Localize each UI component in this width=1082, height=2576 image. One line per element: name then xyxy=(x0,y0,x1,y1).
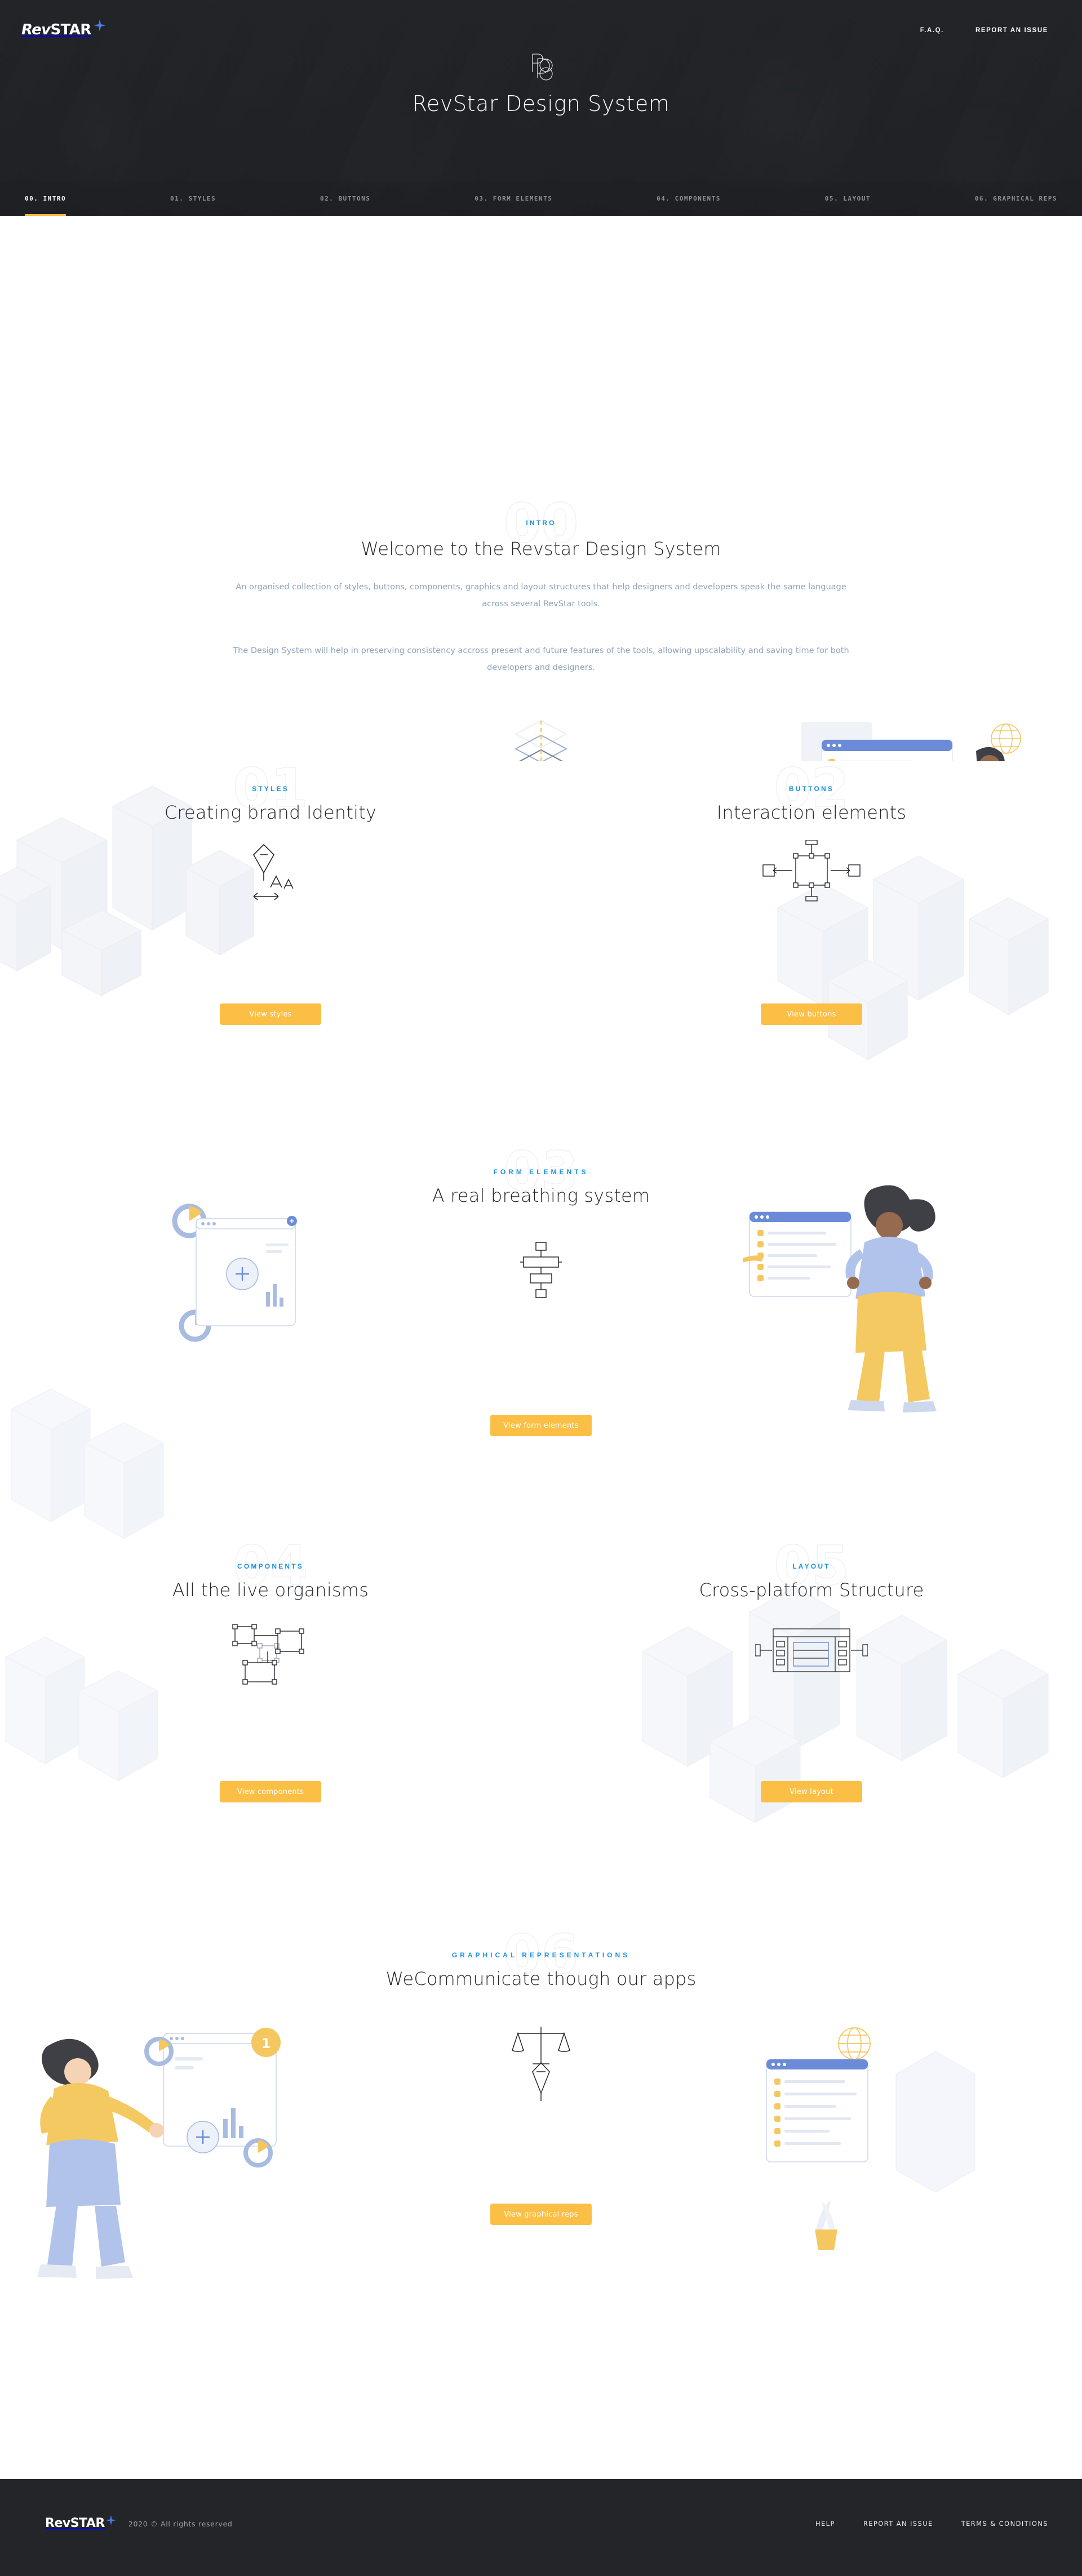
form-sliders-icon xyxy=(520,1242,562,1298)
footer-link-report-an-issue[interactable]: REPORT AN ISSUE xyxy=(863,2520,933,2528)
intro-heading: Welcome to the Revstar Design System xyxy=(361,538,721,559)
footer-brand-star-word: STAR xyxy=(70,2516,105,2530)
components-button-holder: View components xyxy=(0,1781,541,1802)
brand-rev: Rev xyxy=(21,21,51,38)
rds-monogram-icon xyxy=(532,54,553,81)
buttons-button-holder: View buttons xyxy=(541,1003,1082,1025)
section-kicker-layout: LAYOUT xyxy=(792,1562,831,1570)
footer-brand-logo[interactable]: RevSTAR xyxy=(45,2515,116,2530)
section-kicker-form-elements: FORM ELEMENTS xyxy=(493,1168,589,1176)
section-form-elements: 03 FORM ELEMENTS A real breathing system… xyxy=(0,1144,1082,1539)
section-kicker-styles: STYLES xyxy=(252,785,289,793)
styles-button-holder: View styles xyxy=(0,1003,541,1025)
section-kicker-intro: INTRO xyxy=(526,519,556,527)
footer-copyright: 2020 © All rights reserved xyxy=(128,2519,233,2528)
section-kicker-graphical-reps: GRAPHICAL REPRESENTATIONS xyxy=(451,1951,631,1959)
section-kicker-buttons: BUTTONS xyxy=(788,785,835,793)
form-elements-heading: A real breathing system xyxy=(432,1185,650,1206)
tab-00-intro[interactable]: 00. INTRO xyxy=(25,181,66,216)
brand-wordmark: RevSTAR xyxy=(21,23,91,37)
styles-heading: Creating brand Identity xyxy=(164,802,377,823)
person-walking-illustration xyxy=(743,1185,937,1413)
hero-header: RevSTAR F.A.Q. REPORT AN ISSUE RevStar D… xyxy=(0,0,1082,216)
footer-nav: HELP REPORT AN ISSUE TERMS & CONDITIONS xyxy=(815,2520,1048,2528)
section-intro: “ 00 INTRO Welcome to the Revstar Design… xyxy=(0,216,1082,761)
nav-link-report-an-issue[interactable]: REPORT AN ISSUE xyxy=(975,27,1048,34)
quote-mark-decoration: “ xyxy=(90,754,134,761)
view-layout-button[interactable]: View layout xyxy=(761,1781,862,1802)
intro-paragraph-2: The Design System will help in preservin… xyxy=(233,646,849,672)
brand-logo[interactable]: RevSTAR xyxy=(21,19,106,37)
tab-01-styles[interactable]: 01. STYLES xyxy=(170,181,216,216)
pen-nib-and-typography-icon xyxy=(253,843,294,900)
form-elements-button-holder: View form elements xyxy=(0,1415,1082,1436)
view-buttons-button[interactable]: View buttons xyxy=(761,1003,862,1025)
view-graphical-reps-button[interactable]: View graphical reps xyxy=(490,2204,592,2225)
layout-button-holder: View layout xyxy=(541,1781,1082,1802)
page-title: RevStar Design System xyxy=(412,91,670,116)
isometric-city-decoration-right xyxy=(777,855,1049,1060)
view-styles-button[interactable]: View styles xyxy=(220,1003,321,1025)
view-components-button[interactable]: View components xyxy=(220,1781,321,1802)
tab-03-form-elements[interactable]: 03. FORM ELEMENTS xyxy=(475,181,552,216)
section-tabs: 00. INTRO 01. STYLES 02. BUTTONS 03. FOR… xyxy=(0,181,1082,216)
pen-nib-scale-icon xyxy=(512,2027,570,2101)
section-styles-buttons: 01 STYLES Creating brand Identity View s… xyxy=(0,761,1082,1144)
footer-link-help[interactable]: HELP xyxy=(815,2520,835,2528)
footer-brand-wordmark: RevSTAR xyxy=(45,2517,105,2530)
dashboard-card-illustration xyxy=(172,1203,297,1342)
footer-link-terms-and-conditions[interactable]: TERMS & CONDITIONS xyxy=(961,2520,1048,2528)
brand-star-word: STAR xyxy=(50,21,92,38)
view-form-elements-button[interactable]: View form elements xyxy=(490,1415,592,1436)
section-components-layout: 04 COMPONENTS All the live organisms Vie xyxy=(0,1539,1082,1927)
tab-04-components[interactable]: 04. COMPONENTS xyxy=(657,181,721,216)
section-kicker-components: COMPONENTS xyxy=(237,1562,304,1570)
buttons-heading: Interaction elements xyxy=(716,802,907,823)
footer-brand-rev: Rev xyxy=(45,2516,70,2530)
graphical-reps-heading: WeCommunicate though our apps xyxy=(385,1968,697,1989)
intro-paragraph-1: An organised collection of styles, butto… xyxy=(236,583,846,609)
header-top-nav: F.A.Q. REPORT AN ISSUE xyxy=(920,27,1048,34)
page-footer: RevSTAR 2020 © All rights reserved HELP … xyxy=(0,2479,1082,2576)
person-pointing-at-dashboard-illustration: 1 xyxy=(37,2028,281,2279)
layout-grid-icon xyxy=(755,1628,868,1672)
tab-05-layout[interactable]: 05. LAYOUT xyxy=(825,181,871,216)
list-panel-and-globe-illustration xyxy=(766,2027,975,2250)
isometric-cube-icon xyxy=(514,719,568,761)
person-at-desktop-illustration xyxy=(801,722,1021,761)
tab-02-buttons[interactable]: 02. BUTTONS xyxy=(320,181,370,216)
four-point-star-icon xyxy=(93,19,106,32)
graphical-reps-button-holder: View graphical reps xyxy=(0,2204,1082,2225)
tab-06-graphical-reps[interactable]: 06. GRAPHICAL REPS xyxy=(975,181,1057,216)
components-heading: All the live organisms xyxy=(172,1579,369,1601)
layout-heading: Cross-platform Structure xyxy=(699,1579,924,1601)
nav-link-faq[interactable]: F.A.Q. xyxy=(920,27,944,34)
section-graphical-reps: 06 GRAPHICAL REPRESENTATIONS WeCommunica… xyxy=(0,1927,1082,2367)
button-bounding-box-icon xyxy=(762,840,861,901)
svg-text:1: 1 xyxy=(261,2036,271,2051)
footer-four-point-star-icon xyxy=(105,2515,116,2525)
component-nodes-icon xyxy=(232,1624,304,1685)
